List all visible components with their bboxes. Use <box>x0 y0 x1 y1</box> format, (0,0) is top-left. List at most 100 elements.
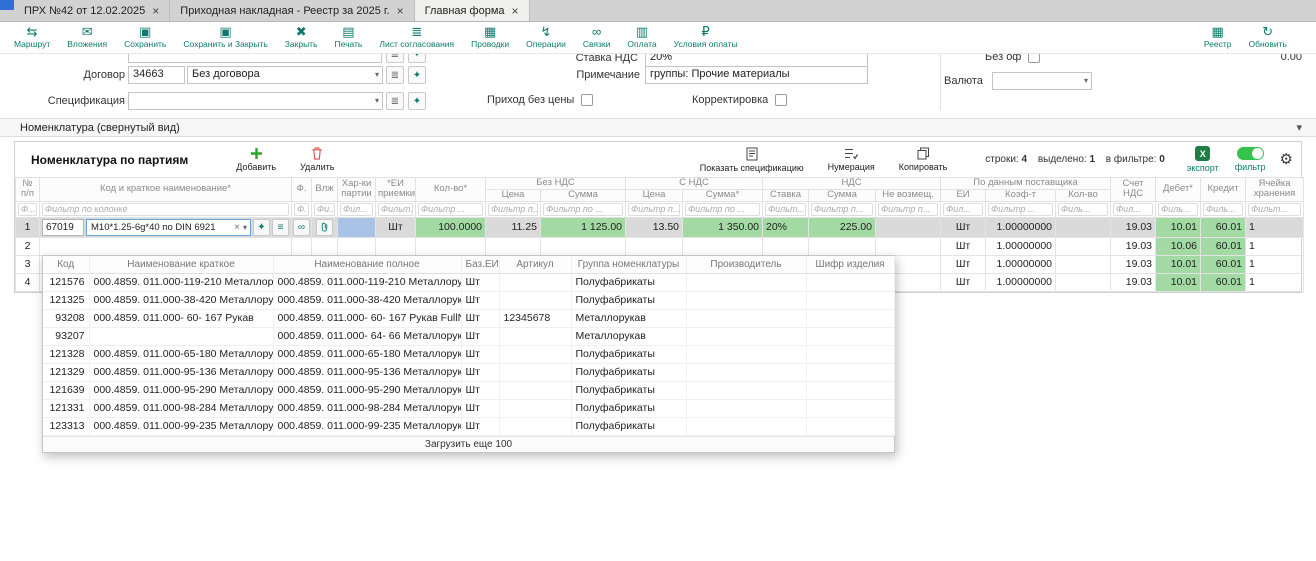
cell-num[interactable]: 2 <box>16 237 40 255</box>
filter-vat_acc[interactable]: Фил... <box>1113 203 1153 216</box>
cell-num[interactable]: 1 <box>16 217 40 237</box>
cell-credit[interactable]: 60.01 <box>1201 237 1246 255</box>
grid-row[interactable]: 2Шт1.0000000019.0310.0660.011 <box>16 237 1304 255</box>
tree-list-button[interactable]: ≡ <box>272 219 289 236</box>
filter-vat_sum[interactable]: Фильтр п... <box>811 203 873 216</box>
cell-vat_acc[interactable]: 19.03 <box>1111 273 1156 291</box>
spec-doc-button[interactable]: ≣ <box>386 92 404 110</box>
note-input[interactable]: группы: Прочие материалы <box>645 66 868 84</box>
cell-price-vat[interactable]: 13.50 <box>626 217 683 237</box>
cell-credit[interactable]: 60.01 <box>1201 273 1246 291</box>
cell-sup_qty[interactable] <box>1056 255 1111 273</box>
dropdown-col-header-5[interactable]: Группа номенклатуры <box>571 256 686 273</box>
dropdown-row[interactable]: 123313000.4859. 011.000-99-235 Металлору… <box>43 417 894 435</box>
cell-sum_no_vat[interactable] <box>541 237 626 255</box>
col-header-price_no_vat[interactable]: Цена <box>486 189 541 201</box>
col-header-sup_qty[interactable]: Кол-во <box>1056 189 1111 201</box>
export-button[interactable]: X экспорт <box>1187 146 1219 173</box>
cell-coef[interactable]: 1.00000000 <box>986 273 1056 291</box>
payment-button[interactable]: ▥Оплата <box>627 24 656 49</box>
operations-button[interactable]: ↯Операции <box>526 24 566 49</box>
cell-coef[interactable]: 1.00000000 <box>986 255 1056 273</box>
cell-name[interactable]: 67019 M10*1.25-6g*40 по DIN 6921 × ▾ ✦ ≡ <box>40 217 292 237</box>
approval-sheet-button[interactable]: ≣Лист согласования <box>379 24 454 49</box>
cell-vlzh[interactable] <box>312 217 338 237</box>
cell-vat-acc[interactable]: 19.03 <box>1111 217 1156 237</box>
col-header-vat_acc[interactable]: Счет НДС <box>1111 178 1156 202</box>
dropdown-row[interactable]: 121331000.4859. 011.000-98-284 Металлору… <box>43 399 894 417</box>
dropdown-col-header-0[interactable]: Код <box>43 256 89 273</box>
save-button[interactable]: ▣Сохранить <box>124 24 166 49</box>
dropdown-row[interactable]: 93208000.4859. 011.000- 60- 167 Рукав000… <box>43 309 894 327</box>
top-cut-field[interactable] <box>128 54 382 63</box>
dropdown-row[interactable]: 121328000.4859. 011.000-65-180 Металлору… <box>43 345 894 363</box>
cell-num[interactable]: 4 <box>16 273 40 291</box>
cell-sum-vat[interactable]: 1 350.00 <box>683 217 763 237</box>
paperclip-button[interactable] <box>316 219 333 236</box>
filter-sum_vat[interactable]: Фильтр по ... <box>685 203 760 216</box>
cell-vat_acc[interactable]: 19.03 <box>1111 237 1156 255</box>
cell-cell[interactable]: 1 <box>1246 255 1304 273</box>
filter-cell[interactable]: Фильт... <box>1248 203 1301 216</box>
spec-select[interactable]: ▾ <box>128 92 383 110</box>
cell-rate[interactable]: 20% <box>763 217 809 237</box>
dropdown-row[interactable]: 121576000.4859. 011.000-119-210 Металлор… <box>43 273 894 291</box>
cell-name[interactable] <box>40 237 292 255</box>
cell-sup_qty[interactable] <box>1056 237 1111 255</box>
dropdown-row[interactable]: 121329000.4859. 011.000-95-136 Металлору… <box>43 363 894 381</box>
show-spec-button[interactable]: Показать спецификацию <box>700 147 804 173</box>
cell-sum-no-vat[interactable]: 1 125.00 <box>541 217 626 237</box>
col-header-vat_sum[interactable]: Сумма <box>809 189 876 201</box>
cell-sup_ei[interactable]: Шт <box>941 273 986 291</box>
contract-doc-button[interactable]: ≣ <box>386 66 404 84</box>
col-header-name[interactable]: Код и краткое наименование* <box>40 178 292 202</box>
dropdown-row[interactable]: 121325000.4859. 011.000-38-420 Металлору… <box>43 291 894 309</box>
filter-coef[interactable]: Фильтр ... <box>988 203 1053 216</box>
cell-vat-sum[interactable]: 225.00 <box>809 217 876 237</box>
cell-qty[interactable] <box>416 237 486 255</box>
toggle-on-icon[interactable] <box>1237 147 1264 160</box>
col-header-num[interactable]: № п/п <box>16 178 40 202</box>
col-header-credit[interactable]: Кредит <box>1201 178 1246 202</box>
correction-checkbox[interactable] <box>775 94 787 106</box>
cell-debit[interactable]: 10.01 <box>1156 255 1201 273</box>
dropdown-col-header-3[interactable]: Баз.ЕИ <box>461 256 499 273</box>
cell-storage[interactable]: 1 <box>1246 217 1304 237</box>
col-header-sum_no_vat[interactable]: Сумма <box>541 189 626 201</box>
cell-vat_sum[interactable] <box>809 237 876 255</box>
cell-debit[interactable]: 10.01 <box>1156 273 1201 291</box>
filter-f[interactable]: Ф. <box>294 203 309 216</box>
filter-toggle[interactable]: фильтр <box>1235 147 1266 172</box>
add-row-button[interactable]: Добавить <box>236 147 276 172</box>
filter-credit[interactable]: Филь... <box>1203 203 1243 216</box>
col-header-rate[interactable]: Ставка <box>763 189 809 201</box>
cell-sup_qty[interactable] <box>1056 273 1111 291</box>
filter-name[interactable]: Фильтр по колонке <box>42 203 289 216</box>
cell-rate[interactable] <box>763 237 809 255</box>
refresh-button[interactable]: ↻Обновить <box>1249 24 1288 49</box>
filter-harki[interactable]: Фил... <box>340 203 373 216</box>
filter-debit[interactable]: Филь... <box>1158 203 1198 216</box>
wand-button[interactable]: ✦ <box>408 54 426 63</box>
item-name-combobox[interactable]: M10*1.25-6g*40 по DIN 6921 × ▾ <box>86 219 251 236</box>
filter-vlzh[interactable]: Фи... <box>314 203 335 216</box>
cell-qty[interactable]: 100.0000 <box>416 217 486 237</box>
filter-qty[interactable]: Фильтр ... <box>418 203 483 216</box>
load-more-button[interactable]: Загрузить еще 100 <box>43 436 894 452</box>
filter-rate[interactable]: Фильт... <box>765 203 806 216</box>
wand-button[interactable]: ✦ <box>253 219 270 236</box>
cell-vlzh[interactable] <box>312 237 338 255</box>
dropdown-arrow-icon[interactable]: ▾ <box>243 223 247 232</box>
cell-credit[interactable]: 60.01 <box>1201 255 1246 273</box>
close-button[interactable]: ✖Закрыть <box>285 24 318 49</box>
cell-price_vat[interactable] <box>626 237 683 255</box>
filter-price_vat[interactable]: Фильтр п... <box>628 203 680 216</box>
cell-f[interactable]: ∞ <box>292 217 312 237</box>
postings-button[interactable]: ▦Проводки <box>471 24 509 49</box>
cell-cell[interactable]: 1 <box>1246 273 1304 291</box>
cell-non_refund[interactable] <box>876 237 941 255</box>
copy-button[interactable]: Копировать <box>899 147 947 172</box>
filter-sup_qty[interactable]: Филь... <box>1058 203 1108 216</box>
spec-wand-button[interactable]: ✦ <box>408 92 426 110</box>
cell-sum_vat[interactable] <box>683 237 763 255</box>
